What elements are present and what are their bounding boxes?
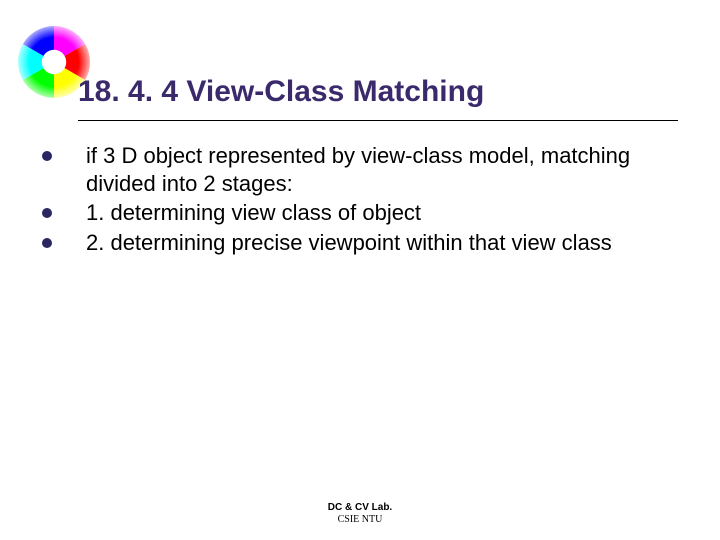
- bullet-text: if 3 D object represented by view-class …: [86, 142, 678, 197]
- slide-title: 18. 4. 4 View-Class Matching: [78, 75, 484, 109]
- bullet-text: 1. determining view class of object: [86, 199, 678, 227]
- bullet-list: if 3 D object represented by view-class …: [38, 142, 678, 258]
- footer-line-1: DC & CV Lab.: [0, 502, 720, 514]
- footer: DC & CV Lab. CSIE NTU: [0, 502, 720, 526]
- list-item: 1. determining view class of object: [38, 199, 678, 227]
- bullet-icon: [42, 208, 52, 218]
- footer-line-2: CSIE NTU: [0, 514, 720, 526]
- list-item: 2. determining precise viewpoint within …: [38, 229, 678, 257]
- list-item: if 3 D object represented by view-class …: [38, 142, 678, 197]
- title-rule: [78, 120, 678, 121]
- bullet-icon: [42, 238, 52, 248]
- bullet-text: 2. determining precise viewpoint within …: [86, 229, 678, 257]
- bullet-icon: [42, 151, 52, 161]
